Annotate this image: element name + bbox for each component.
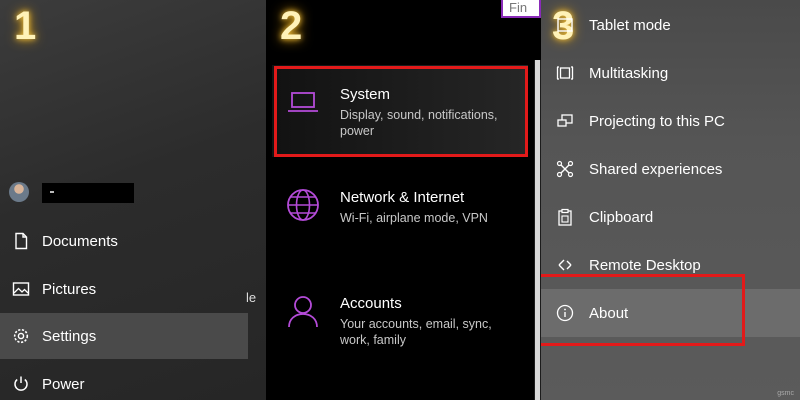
submenu-item-about[interactable]: About — [541, 289, 800, 337]
clipped-text: le — [246, 290, 257, 305]
globe-icon — [287, 189, 319, 221]
submenu-item-projecting[interactable]: Projecting to this PC — [541, 97, 800, 145]
menu-item-label: Settings — [42, 327, 97, 345]
avatar — [9, 182, 29, 202]
gear-icon — [0, 327, 42, 345]
submenu-item-clipboard[interactable]: Clipboard — [541, 193, 800, 241]
submenu-item-label: Clipboard — [589, 208, 654, 226]
person-icon — [288, 296, 318, 328]
document-icon — [0, 232, 42, 250]
category-title: Network & Internet — [340, 189, 465, 206]
submenu-item-shared-experiences[interactable]: Shared experiences — [541, 145, 800, 193]
shared-experiences-icon — [541, 160, 589, 178]
scrollbar[interactable] — [534, 60, 541, 400]
category-description: Wi-Fi, airplane mode, VPN — [340, 211, 488, 225]
category-system[interactable]: System Display, sound, notifications, po… — [272, 65, 528, 157]
category-description: Your accounts, email, sync, work, family — [340, 317, 492, 347]
multitasking-icon — [541, 64, 589, 82]
menu-item-power[interactable]: Power — [0, 361, 248, 400]
start-menu-panel: 1 Documents Pictures Settings Power le — [0, 0, 266, 400]
menu-item-label: Documents — [42, 232, 118, 250]
step-number-1: 1 — [14, 4, 37, 48]
submenu-item-label: Projecting to this PC — [589, 112, 725, 130]
menu-item-documents[interactable]: Documents — [0, 218, 248, 264]
submenu-item-label: About — [589, 304, 629, 322]
user-account-row[interactable] — [0, 178, 248, 208]
info-icon — [541, 304, 589, 322]
category-description: Display, sound, notifications, power — [340, 108, 498, 138]
watermark: gsmc — [777, 390, 794, 397]
submenu-item-tablet-mode[interactable]: Tablet mode — [541, 1, 800, 49]
submenu-item-label: Tablet mode — [589, 16, 671, 34]
power-icon — [0, 375, 42, 393]
category-title: Accounts — [340, 295, 402, 312]
tablet-icon — [541, 16, 589, 34]
submenu-item-label: Shared experiences — [589, 160, 723, 178]
step-number-2: 2 — [280, 4, 303, 48]
category-title: System — [340, 86, 391, 103]
projecting-icon — [541, 112, 589, 130]
pictures-icon — [0, 280, 42, 298]
menu-item-label: Power — [42, 375, 85, 393]
submenu-item-multitasking[interactable]: Multitasking — [541, 49, 800, 97]
menu-item-settings[interactable]: Settings — [0, 313, 248, 359]
category-accounts[interactable]: Accounts Your accounts, email, sync, wor… — [272, 274, 528, 366]
system-submenu-panel: 3 Tablet mode Multitasking Projecting to… — [541, 0, 800, 400]
remote-desktop-icon — [541, 256, 589, 274]
redacted-username — [42, 183, 134, 203]
search-input[interactable]: Fin — [501, 0, 541, 18]
menu-item-label: Pictures — [42, 280, 97, 298]
submenu-item-label: Remote Desktop — [589, 256, 701, 274]
category-network-internet[interactable]: Network & Internet Wi-Fi, airplane mode,… — [272, 168, 528, 260]
submenu-item-remote-desktop[interactable]: Remote Desktop — [541, 241, 800, 289]
scrollbar-thumb[interactable] — [535, 60, 540, 400]
clipboard-icon — [541, 208, 589, 226]
settings-categories-panel: 2 Fin System Display, sound, notificatio… — [266, 0, 541, 400]
laptop-icon — [288, 92, 318, 112]
menu-item-pictures[interactable]: Pictures — [0, 266, 248, 312]
submenu-item-label: Multitasking — [589, 64, 669, 82]
